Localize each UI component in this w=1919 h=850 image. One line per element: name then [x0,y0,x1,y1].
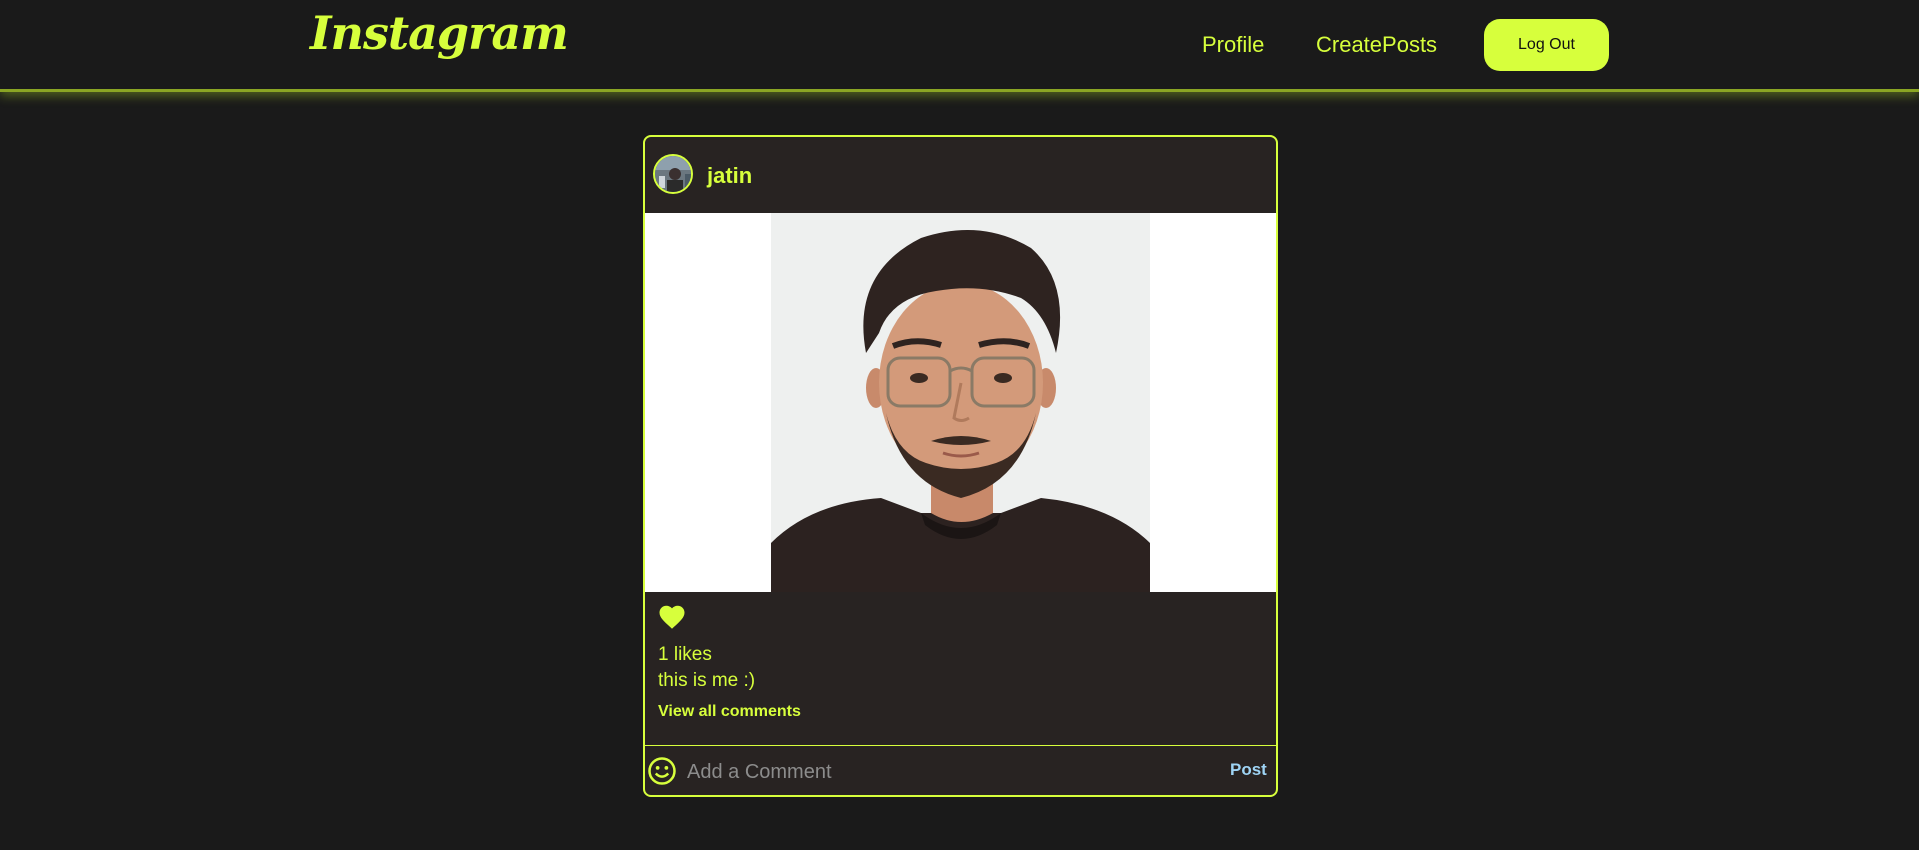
portrait-photo [771,213,1150,592]
post-card: jatin 1 likes this is me:) View all com… [643,135,1278,797]
comment-input[interactable] [687,756,1207,788]
avatar-image [655,156,691,192]
post-image-container [645,213,1276,592]
view-all-comments-link[interactable]: View all comments [658,703,801,721]
logout-button[interactable]: Log Out [1484,19,1609,71]
post-comment-button[interactable]: Post [1230,760,1267,780]
avatar[interactable] [653,154,693,194]
nav-link-createposts[interactable]: CreatePosts [1316,32,1437,58]
nav-link-profile[interactable]: Profile [1202,32,1264,58]
post-caption: this is me :) [658,670,756,691]
post-username[interactable]: jatin [707,163,752,189]
heart-icon[interactable] [657,602,687,632]
post-header: jatin [645,137,1276,213]
instagram-logo[interactable]: Instagram [310,6,569,60]
post-image [771,213,1150,592]
likes-count: 1 likes [658,644,712,665]
comment-bar: Post [645,745,1276,795]
smile-icon[interactable] [647,756,677,786]
navbar: Instagram Profile CreatePosts Log Out [0,0,1919,92]
